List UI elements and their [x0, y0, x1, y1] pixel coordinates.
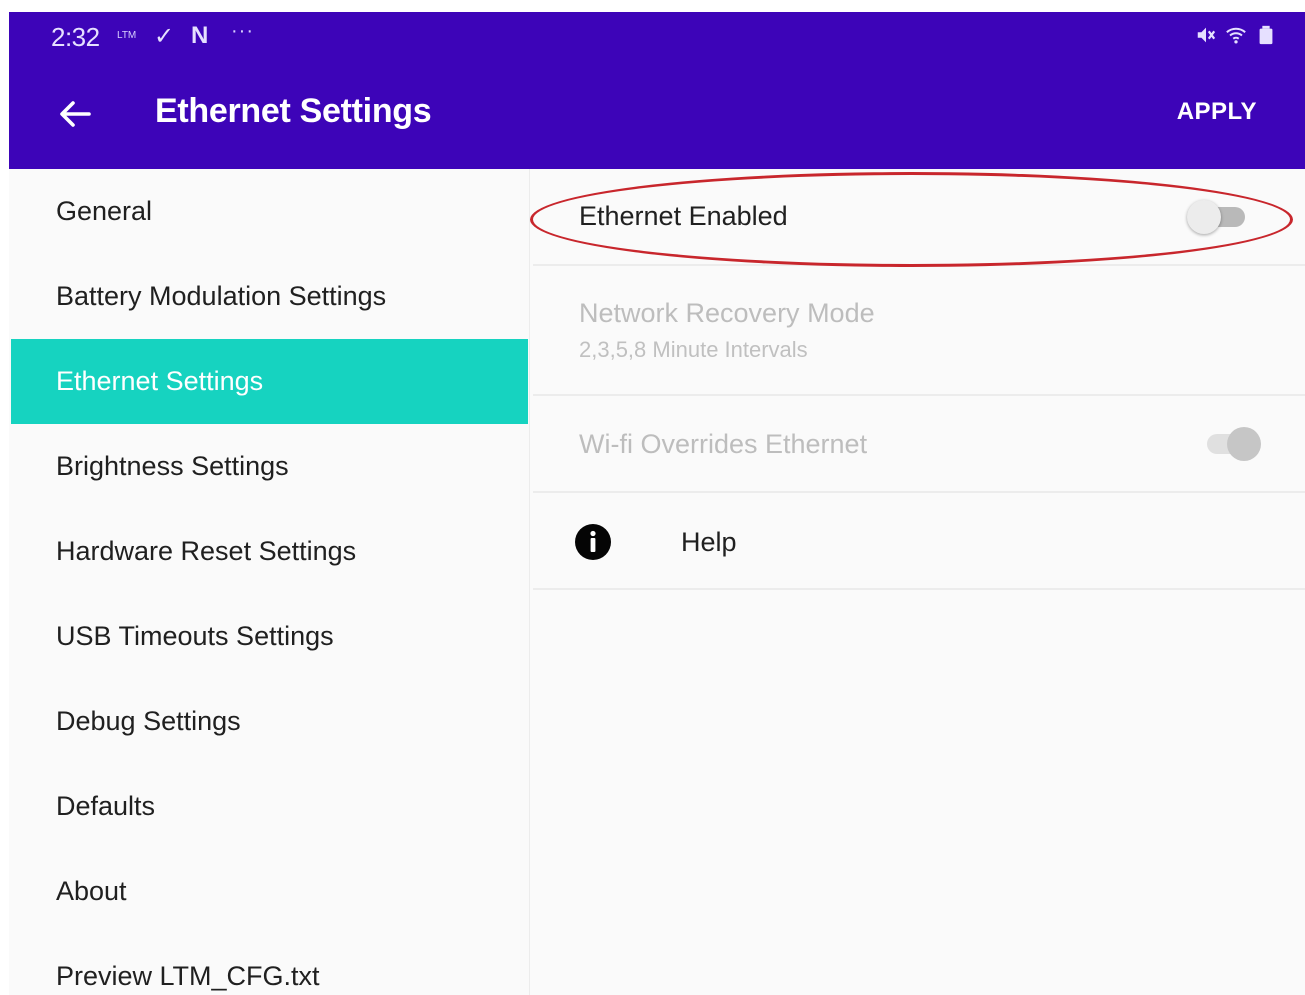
apply-button[interactable]: APPLY: [1177, 98, 1257, 126]
arrow-back-icon: [60, 101, 91, 127]
app-bar: 2:32 LTM ✓ N ··· Ethernet Settings APPLY: [9, 12, 1305, 169]
switch-thumb: [1227, 427, 1261, 461]
help-label: Help: [681, 527, 737, 557]
network-recovery-row[interactable]: Network Recovery Mode 2,3,5,8 Minute Int…: [533, 266, 1305, 396]
network-recovery-label: Network Recovery Mode: [579, 298, 875, 328]
ethernet-enabled-switch[interactable]: [1187, 200, 1247, 234]
network-recovery-summary: 2,3,5,8 Minute Intervals: [579, 337, 808, 362]
sidebar-item-usb-timeouts[interactable]: USB Timeouts Settings: [11, 594, 528, 679]
wifi-icon: [1226, 27, 1246, 44]
sidebar-item-general[interactable]: General: [11, 169, 528, 254]
download-done-icon: ✓: [154, 23, 175, 50]
screen: 2:32 LTM ✓ N ··· Ethernet Settings APPLY…: [9, 12, 1305, 995]
settings-panel: Ethernet Enabled Network Recovery Mode 2…: [531, 169, 1305, 995]
ethernet-enabled-row[interactable]: Ethernet Enabled: [533, 169, 1305, 266]
mute-icon: [1197, 27, 1216, 43]
sidebar-item-battery-modulation[interactable]: Battery Modulation Settings: [11, 254, 528, 339]
status-carrier: LTM: [117, 30, 137, 41]
ethernet-enabled-label: Ethernet Enabled: [579, 201, 788, 231]
sidebar-item-brightness[interactable]: Brightness Settings: [11, 424, 528, 509]
sidebar-item-preview-cfg[interactable]: Preview LTM_CFG.txt: [11, 934, 528, 995]
sidebar-item-debug[interactable]: Debug Settings: [11, 679, 528, 764]
wifi-overrides-switch[interactable]: [1201, 427, 1261, 463]
back-button[interactable]: [53, 92, 97, 136]
battery-icon: [1259, 25, 1273, 45]
status-right: [1195, 24, 1277, 46]
sidebar-item-hardware-reset[interactable]: Hardware Reset Settings: [11, 509, 528, 594]
sidebar-item-defaults[interactable]: Defaults: [11, 764, 528, 849]
sidebar: General Battery Modulation Settings Ethe…: [9, 169, 530, 995]
page-title: Ethernet Settings: [155, 92, 432, 130]
status-more-icon: ···: [231, 20, 254, 42]
sidebar-item-ethernet[interactable]: Ethernet Settings: [11, 339, 528, 424]
sidebar-item-about[interactable]: About: [11, 849, 528, 934]
info-icon: [575, 524, 611, 560]
wifi-overrides-label: Wi-fi Overrides Ethernet: [579, 429, 868, 459]
notification-n-icon: N: [191, 22, 209, 49]
help-row[interactable]: Help: [533, 493, 1305, 590]
status-time: 2:32: [51, 22, 100, 52]
switch-thumb: [1187, 200, 1221, 234]
status-bar: 2:32 LTM ✓ N ···: [9, 12, 1305, 64]
wifi-overrides-row[interactable]: Wi-fi Overrides Ethernet: [533, 396, 1305, 493]
